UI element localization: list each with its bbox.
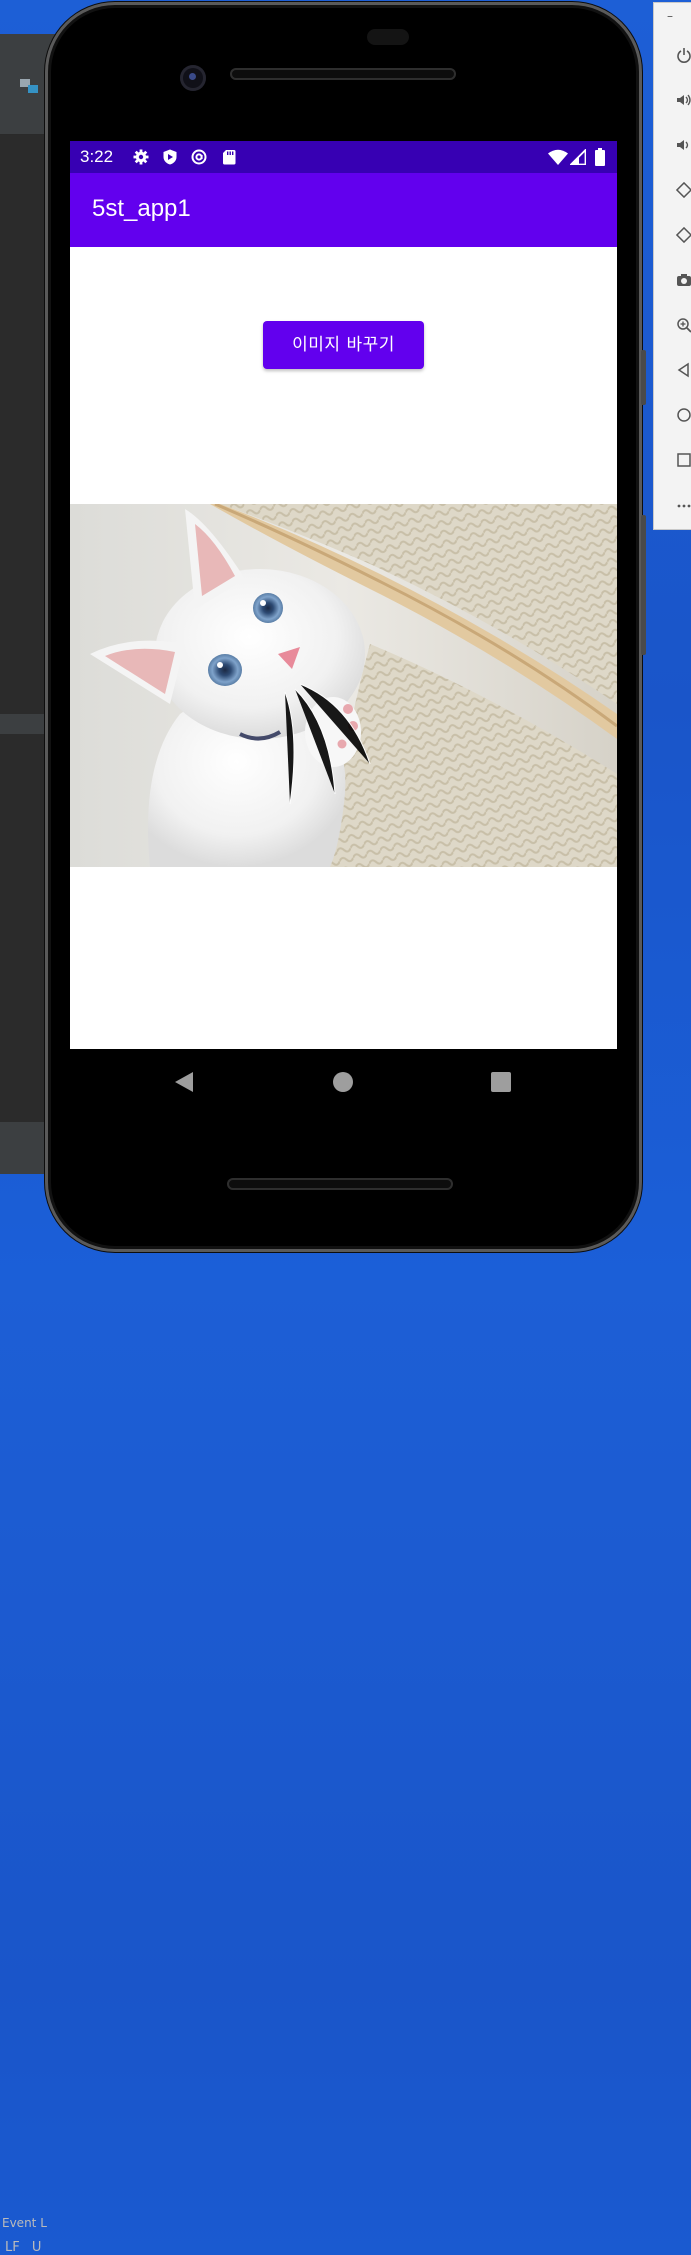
status-time: 3:22 xyxy=(80,147,114,166)
bottom-speaker xyxy=(227,1178,453,1190)
sd-card-icon xyxy=(223,150,236,165)
rotate-left-icon[interactable] xyxy=(676,182,691,198)
zoom-icon[interactable] xyxy=(676,317,691,333)
change-image-button[interactable]: 이미지 바꾸기 xyxy=(263,321,424,369)
signal-icon xyxy=(570,149,586,165)
overview-icon[interactable] xyxy=(676,452,691,468)
app-title: 5st_app1 xyxy=(92,195,191,222)
line-separator-status[interactable]: LF U xyxy=(5,2240,41,2255)
nav-back-icon[interactable] xyxy=(171,1069,197,1095)
volume-down-icon[interactable] xyxy=(676,137,691,153)
rotate-right-icon[interactable] xyxy=(676,227,691,243)
device-screen: 3:22 5st_app1 이미지 바꾸기 xyxy=(70,141,617,1049)
wifi-icon xyxy=(548,149,568,165)
back-icon[interactable] xyxy=(676,362,691,378)
power-button[interactable] xyxy=(641,350,646,405)
nav-recents-icon[interactable] xyxy=(488,1069,514,1095)
project-structure-icon[interactable] xyxy=(20,79,38,93)
volume-up-icon[interactable] xyxy=(676,92,691,108)
front-camera xyxy=(180,65,206,91)
power-icon[interactable] xyxy=(676,47,691,63)
volume-rocker[interactable] xyxy=(641,515,646,655)
settings-icon xyxy=(133,149,149,165)
app-bar: 5st_app1 xyxy=(70,173,617,247)
minimize-button[interactable]: – xyxy=(667,9,673,23)
event-log-tab[interactable]: Event L xyxy=(2,2216,47,2230)
emulator-toolbar: – xyxy=(653,2,691,530)
status-bar: 3:22 xyxy=(70,141,617,173)
proximity-sensor xyxy=(367,29,409,45)
at-icon xyxy=(191,149,207,165)
navigation-bar xyxy=(70,1049,617,1113)
earpiece-speaker xyxy=(230,68,456,80)
nav-home-icon[interactable] xyxy=(330,1069,356,1095)
shield-icon xyxy=(163,149,177,165)
home-icon[interactable] xyxy=(676,407,691,423)
camera-icon[interactable] xyxy=(676,272,691,288)
battery-icon xyxy=(595,148,605,166)
more-icon[interactable] xyxy=(676,497,691,513)
cat-image xyxy=(70,504,617,867)
